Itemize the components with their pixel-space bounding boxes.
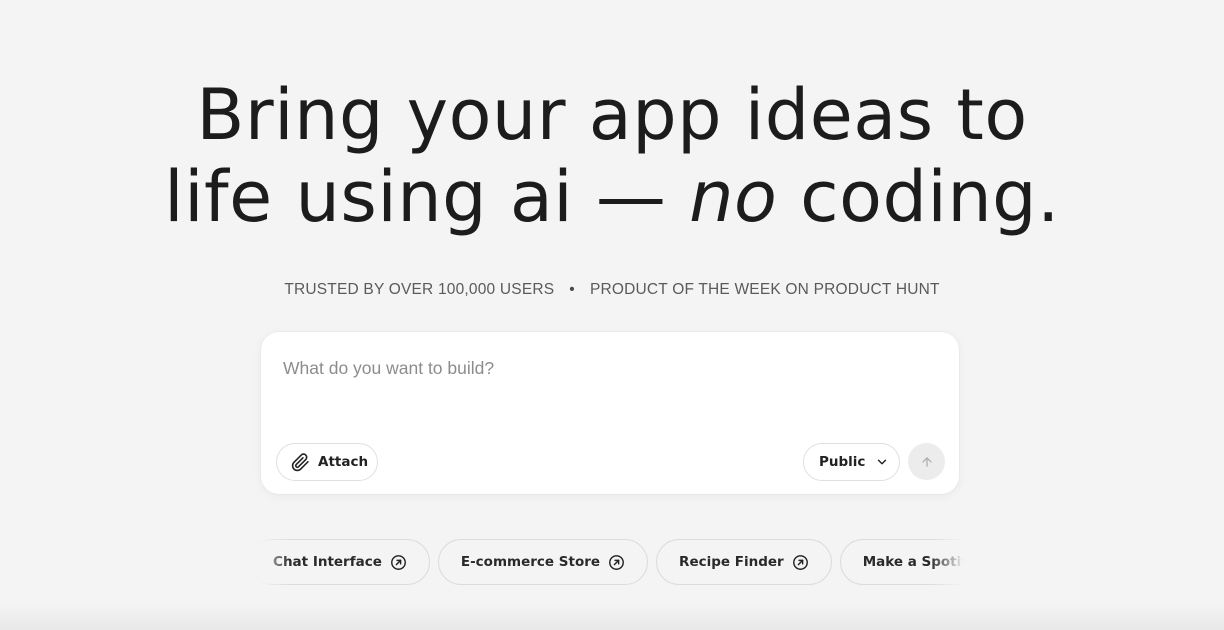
trust-users-text: TRUSTED BY OVER 100,000 USERS [284,281,555,298]
hero-headline: Bring your app ideas to life using ai — … [0,74,1224,238]
arrow-up-right-circle-icon [792,554,809,571]
prompt-input[interactable] [283,354,933,382]
chevron-down-icon [875,455,889,469]
visibility-label: Public [819,454,866,470]
attach-label: Attach [318,454,369,470]
arrow-up-icon [920,455,934,469]
visibility-dropdown[interactable]: Public [803,443,900,481]
paperclip-icon [291,452,310,472]
suggestion-chip-label: Recipe Finder [679,554,784,570]
suggestion-chip[interactable]: Chat Interface [250,539,430,585]
suggestion-chip-label: E-commerce Store [460,554,601,570]
trust-product-hunt-text: PRODUCT OF THE WEEK ON PRODUCT HUNT [589,281,940,298]
arrow-up-right-circle-icon [390,554,407,571]
trust-bar: TRUSTED BY OVER 100,000 USERS • PRODUCT OF… [0,281,1224,299]
suggestion-chip[interactable]: Recipe Finder [656,539,832,585]
bottom-shade [0,604,1224,630]
hero-emphasis: no [689,156,778,238]
suggestion-carousel[interactable]: Weather AppChat InterfaceE-commerce Stor… [250,538,970,588]
arrow-up-right-circle-icon [608,554,625,571]
suggestion-chip[interactable]: Make a Spotify [839,539,970,585]
prompt-card: Attach Public [261,332,959,494]
hero-line-2-end: coding. [777,156,1060,238]
hero-line-2-start: life using ai — [164,156,690,238]
suggestion-chip-label: Chat Interface [273,554,382,570]
hero-line-2: life using ai — no coding. [0,156,1224,238]
attach-button[interactable]: Attach [276,443,378,481]
suggestion-chip[interactable]: E-commerce Store [437,539,649,585]
trust-separator: • [569,281,575,298]
hero-line-1: Bring your app ideas to [196,74,1028,156]
suggestion-track: Weather AppChat InterfaceE-commerce Stor… [250,539,970,585]
suggestion-chip-label: Make a Spotify [862,554,970,570]
send-button[interactable] [908,443,945,480]
